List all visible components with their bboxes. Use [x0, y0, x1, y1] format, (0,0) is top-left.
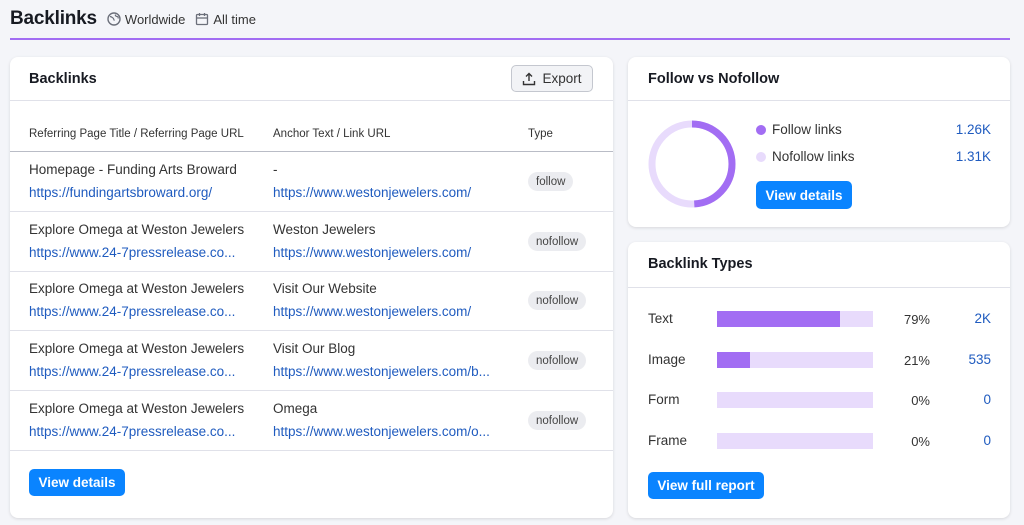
type-pct-image: 21%	[903, 353, 930, 368]
type-count-text[interactable]: 2K	[974, 311, 991, 326]
globe-icon	[107, 12, 121, 26]
view-full-report-button[interactable]: View full report	[648, 472, 764, 499]
link-url[interactable]: https://www.westonjewelers.com/	[273, 185, 513, 200]
table-row: Explore Omega at Weston Jewelers https:/…	[10, 391, 613, 451]
legend-nofollow-label: Nofollow links	[772, 149, 855, 164]
anchor-text: Omega	[273, 401, 318, 416]
referring-page-url[interactable]: https://www.24-7pressrelease.co...	[29, 245, 261, 260]
anchor-text: Visit Our Website	[273, 281, 377, 296]
export-button[interactable]: Export	[511, 65, 593, 92]
table-row: Explore Omega at Weston Jewelers https:/…	[10, 212, 613, 272]
column-header-referring-page[interactable]: Referring Page Title / Referring Page UR…	[29, 128, 244, 140]
type-pct-text: 79%	[903, 312, 930, 327]
link-url[interactable]: https://www.westonjewelers.com/	[273, 245, 513, 260]
anchor-text: Weston Jewelers	[273, 222, 376, 237]
export-label: Export	[542, 71, 582, 86]
follow-dot	[756, 124, 766, 135]
type-badge: nofollow	[528, 291, 587, 310]
export-icon	[523, 72, 536, 85]
follow-value[interactable]: 1.26K	[956, 122, 991, 137]
type-bar-frame	[717, 433, 873, 449]
type-pct-frame: 0%	[911, 434, 930, 449]
table-row: Homepage - Funding Arts Broward https://…	[10, 152, 613, 212]
column-header-type[interactable]: Type	[528, 128, 553, 140]
table-row: Explore Omega at Weston Jewelers https:/…	[10, 271, 613, 331]
referring-page-url[interactable]: https://www.24-7pressrelease.co...	[29, 304, 261, 319]
divider	[10, 100, 613, 101]
referring-page-title: Explore Omega at Weston Jewelers	[29, 341, 245, 356]
anchor-text: Visit Our Blog	[273, 341, 356, 356]
anchor-text: -	[273, 162, 278, 177]
type-bar-fill	[717, 311, 841, 327]
link-url[interactable]: https://www.westonjewelers.com/o...	[273, 424, 513, 439]
column-header-anchor[interactable]: Anchor Text / Link URL	[273, 128, 390, 140]
table-row: Explore Omega at Weston Jewelers https:/…	[10, 331, 613, 391]
page-title: Backlinks	[10, 8, 97, 29]
period-label: All time	[213, 11, 256, 27]
referring-page-title: Explore Omega at Weston Jewelers	[29, 281, 245, 296]
referring-page-url[interactable]: https://www.24-7pressrelease.co...	[29, 364, 261, 379]
type-bar-image	[717, 352, 873, 368]
link-url[interactable]: https://www.westonjewelers.com/b...	[273, 364, 513, 379]
follow-view-details-button[interactable]: View details	[756, 181, 852, 209]
follow-nofollow-card: Follow vs Nofollow Follow links 1.26K No…	[628, 57, 1010, 227]
type-badge: follow	[528, 172, 574, 191]
legend-follow-label: Follow links	[772, 122, 842, 137]
link-url[interactable]: https://www.westonjewelers.com/	[273, 304, 513, 319]
backlinks-card-title: Backlinks	[29, 71, 97, 87]
backlink-types-card: Backlink Types Text 79% 2K Image 21% 535…	[628, 242, 1010, 518]
referring-page-title: Explore Omega at Weston Jewelers	[29, 222, 245, 237]
follow-nofollow-title: Follow vs Nofollow	[648, 71, 780, 87]
legend-nofollow: Nofollow links	[756, 149, 855, 164]
type-bar-form	[717, 392, 873, 408]
backlinks-view-details-button[interactable]: View details	[29, 469, 125, 496]
follow-donut-chart	[648, 120, 736, 208]
region-filter[interactable]: Worldwide	[107, 12, 185, 27]
nofollow-dot	[756, 151, 766, 162]
referring-page-url[interactable]: https://www.24-7pressrelease.co...	[29, 424, 261, 439]
page-header: Backlinks Worldwide All time	[10, 0, 1010, 40]
type-label-frame: Frame	[648, 433, 688, 448]
backlink-types-title: Backlink Types	[648, 256, 753, 272]
type-bar-text	[717, 311, 873, 327]
referring-page-url[interactable]: https://fundingartsbroward.org/	[29, 185, 261, 200]
type-count-form[interactable]: 0	[983, 392, 991, 407]
nofollow-value[interactable]: 1.31K	[956, 149, 991, 164]
type-badge: nofollow	[528, 232, 587, 251]
period-filter[interactable]: All time	[195, 12, 256, 27]
referring-page-title: Explore Omega at Weston Jewelers	[29, 401, 245, 416]
type-label-text: Text	[648, 311, 673, 326]
type-label-image: Image	[648, 352, 686, 367]
type-badge: nofollow	[528, 351, 587, 370]
legend-follow: Follow links	[756, 122, 842, 137]
backlinks-card: Backlinks Export Referring Page Title / …	[10, 57, 613, 518]
divider	[628, 100, 1010, 101]
divider	[628, 287, 1010, 288]
referring-page-title: Homepage - Funding Arts Broward	[29, 162, 237, 177]
type-pct-form: 0%	[911, 393, 930, 408]
type-label-form: Form	[648, 392, 680, 407]
type-count-frame[interactable]: 0	[983, 433, 991, 448]
calendar-icon	[196, 13, 209, 26]
type-badge: nofollow	[528, 411, 587, 430]
type-bar-fill	[717, 352, 750, 368]
type-count-image[interactable]: 535	[968, 352, 991, 367]
region-label: Worldwide	[124, 11, 186, 27]
